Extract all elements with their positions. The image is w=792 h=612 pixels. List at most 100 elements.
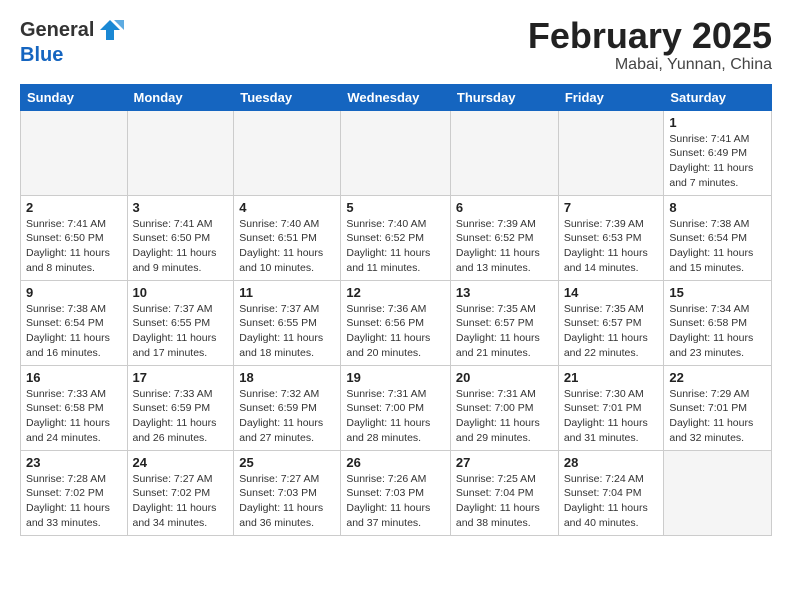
calendar-cell (450, 110, 558, 195)
day-number: 28 (564, 455, 659, 470)
day-info: Sunrise: 7:26 AMSunset: 7:03 PMDaylight:… (346, 472, 445, 531)
col-friday: Friday (558, 84, 664, 110)
calendar-cell: 10 Sunrise: 7:37 AMSunset: 6:55 PMDayligh… (127, 280, 234, 365)
logo: General Blue (20, 16, 124, 66)
day-info: Sunrise: 7:27 AMSunset: 7:03 PMDaylight:… (239, 472, 335, 531)
day-number: 15 (669, 285, 766, 300)
title-month: February 2025 (528, 16, 772, 56)
day-info: Sunrise: 7:41 AMSunset: 6:49 PMDaylight:… (669, 132, 766, 191)
day-number: 23 (26, 455, 122, 470)
day-info: Sunrise: 7:41 AMSunset: 6:50 PMDaylight:… (133, 217, 229, 276)
day-info: Sunrise: 7:24 AMSunset: 7:04 PMDaylight:… (564, 472, 659, 531)
logo-blue-text: Blue (20, 44, 63, 66)
day-number: 25 (239, 455, 335, 470)
calendar-cell (341, 110, 451, 195)
col-tuesday: Tuesday (234, 84, 341, 110)
day-info: Sunrise: 7:33 AMSunset: 6:59 PMDaylight:… (133, 387, 229, 446)
calendar-cell (127, 110, 234, 195)
calendar-cell: 15 Sunrise: 7:34 AMSunset: 6:58 PMDayligh… (664, 280, 772, 365)
day-info: Sunrise: 7:27 AMSunset: 7:02 PMDaylight:… (133, 472, 229, 531)
day-number: 4 (239, 200, 335, 215)
calendar-cell: 7Sunrise: 7:39 AMSunset: 6:53 PMDaylight… (558, 195, 664, 280)
day-info: Sunrise: 7:39 AMSunset: 6:53 PMDaylight:… (564, 217, 659, 276)
day-number: 21 (564, 370, 659, 385)
calendar-cell: 1 Sunrise: 7:41 AMSunset: 6:49 PMDaylight… (664, 110, 772, 195)
day-info: Sunrise: 7:37 AMSunset: 6:55 PMDaylight:… (239, 302, 335, 361)
calendar-cell: 26 Sunrise: 7:26 AMSunset: 7:03 PMDayligh… (341, 450, 451, 535)
day-number: 8 (669, 200, 766, 215)
day-number: 24 (133, 455, 229, 470)
day-info: Sunrise: 7:34 AMSunset: 6:58 PMDaylight:… (669, 302, 766, 361)
day-info: Sunrise: 7:32 AMSunset: 6:59 PMDaylight:… (239, 387, 335, 446)
day-number: 1 (669, 115, 766, 130)
calendar-cell: 11Sunrise: 7:37 AMSunset: 6:55 PMDayligh… (234, 280, 341, 365)
col-monday: Monday (127, 84, 234, 110)
day-number: 2 (26, 200, 122, 215)
calendar-cell: 20Sunrise: 7:31 AMSunset: 7:00 PMDayligh… (450, 365, 558, 450)
week-row-1: 2 Sunrise: 7:41 AMSunset: 6:50 PMDaylight… (21, 195, 772, 280)
day-number: 3 (133, 200, 229, 215)
day-number: 16 (26, 370, 122, 385)
calendar-header-row: Sunday Monday Tuesday Wednesday Thursday… (21, 84, 772, 110)
calendar-cell: 4 Sunrise: 7:40 AMSunset: 6:51 PMDaylight… (234, 195, 341, 280)
day-number: 19 (346, 370, 445, 385)
day-number: 18 (239, 370, 335, 385)
title-location: Mabai, Yunnan, China (528, 56, 772, 74)
calendar-cell: 2 Sunrise: 7:41 AMSunset: 6:50 PMDaylight… (21, 195, 128, 280)
day-info: Sunrise: 7:37 AMSunset: 6:55 PMDaylight:… (133, 302, 229, 361)
calendar-cell: 25 Sunrise: 7:27 AMSunset: 7:03 PMDayligh… (234, 450, 341, 535)
day-number: 6 (456, 200, 553, 215)
calendar-cell: 19 Sunrise: 7:31 AMSunset: 7:00 PMDayligh… (341, 365, 451, 450)
logo-icon (96, 16, 124, 44)
week-row-0: 1 Sunrise: 7:41 AMSunset: 6:49 PMDaylight… (21, 110, 772, 195)
col-thursday: Thursday (450, 84, 558, 110)
day-number: 22 (669, 370, 766, 385)
calendar-cell (664, 450, 772, 535)
calendar-cell: 18 Sunrise: 7:32 AMSunset: 6:59 PMDayligh… (234, 365, 341, 450)
day-number: 10 (133, 285, 229, 300)
calendar-cell (234, 110, 341, 195)
calendar-cell: 12Sunrise: 7:36 AMSunset: 6:56 PMDayligh… (341, 280, 451, 365)
day-number: 9 (26, 285, 122, 300)
calendar-cell: 21 Sunrise: 7:30 AMSunset: 7:01 PMDayligh… (558, 365, 664, 450)
header: General Blue February 2025 Mabai, Yunnan… (20, 16, 772, 74)
calendar-cell: 24 Sunrise: 7:27 AMSunset: 7:02 PMDayligh… (127, 450, 234, 535)
day-info: Sunrise: 7:31 AMSunset: 7:00 PMDaylight:… (456, 387, 553, 446)
calendar-cell: 3 Sunrise: 7:41 AMSunset: 6:50 PMDaylight… (127, 195, 234, 280)
calendar-cell: 16 Sunrise: 7:33 AMSunset: 6:58 PMDayligh… (21, 365, 128, 450)
logo-general-text: General (20, 19, 94, 41)
week-row-3: 16 Sunrise: 7:33 AMSunset: 6:58 PMDayligh… (21, 365, 772, 450)
calendar-cell: 22 Sunrise: 7:29 AMSunset: 7:01 PMDayligh… (664, 365, 772, 450)
day-info: Sunrise: 7:40 AMSunset: 6:52 PMDaylight:… (346, 217, 445, 276)
day-info: Sunrise: 7:25 AMSunset: 7:04 PMDaylight:… (456, 472, 553, 531)
day-number: 17 (133, 370, 229, 385)
day-number: 26 (346, 455, 445, 470)
calendar-cell: 23 Sunrise: 7:28 AMSunset: 7:02 PMDayligh… (21, 450, 128, 535)
day-info: Sunrise: 7:36 AMSunset: 6:56 PMDaylight:… (346, 302, 445, 361)
calendar-cell (558, 110, 664, 195)
calendar-cell: 14Sunrise: 7:35 AMSunset: 6:57 PMDayligh… (558, 280, 664, 365)
col-sunday: Sunday (21, 84, 128, 110)
calendar: Sunday Monday Tuesday Wednesday Thursday… (20, 84, 772, 536)
week-row-4: 23 Sunrise: 7:28 AMSunset: 7:02 PMDayligh… (21, 450, 772, 535)
day-number: 27 (456, 455, 553, 470)
day-info: Sunrise: 7:30 AMSunset: 7:01 PMDaylight:… (564, 387, 659, 446)
title-block: February 2025 Mabai, Yunnan, China (528, 16, 772, 74)
day-info: Sunrise: 7:31 AMSunset: 7:00 PMDaylight:… (346, 387, 445, 446)
day-info: Sunrise: 7:38 AMSunset: 6:54 PMDaylight:… (669, 217, 766, 276)
day-info: Sunrise: 7:39 AMSunset: 6:52 PMDaylight:… (456, 217, 553, 276)
day-info: Sunrise: 7:35 AMSunset: 6:57 PMDaylight:… (456, 302, 553, 361)
day-info: Sunrise: 7:29 AMSunset: 7:01 PMDaylight:… (669, 387, 766, 446)
day-number: 5 (346, 200, 445, 215)
day-info: Sunrise: 7:28 AMSunset: 7:02 PMDaylight:… (26, 472, 122, 531)
calendar-cell: 5 Sunrise: 7:40 AMSunset: 6:52 PMDaylight… (341, 195, 451, 280)
calendar-cell (21, 110, 128, 195)
day-number: 13 (456, 285, 553, 300)
day-info: Sunrise: 7:33 AMSunset: 6:58 PMDaylight:… (26, 387, 122, 446)
calendar-cell: 6 Sunrise: 7:39 AMSunset: 6:52 PMDaylight… (450, 195, 558, 280)
day-number: 14 (564, 285, 659, 300)
day-info: Sunrise: 7:40 AMSunset: 6:51 PMDaylight:… (239, 217, 335, 276)
day-info: Sunrise: 7:41 AMSunset: 6:50 PMDaylight:… (26, 217, 122, 276)
page: General Blue February 2025 Mabai, Yunnan… (0, 0, 792, 552)
calendar-cell: 9Sunrise: 7:38 AMSunset: 6:54 PMDaylight… (21, 280, 128, 365)
